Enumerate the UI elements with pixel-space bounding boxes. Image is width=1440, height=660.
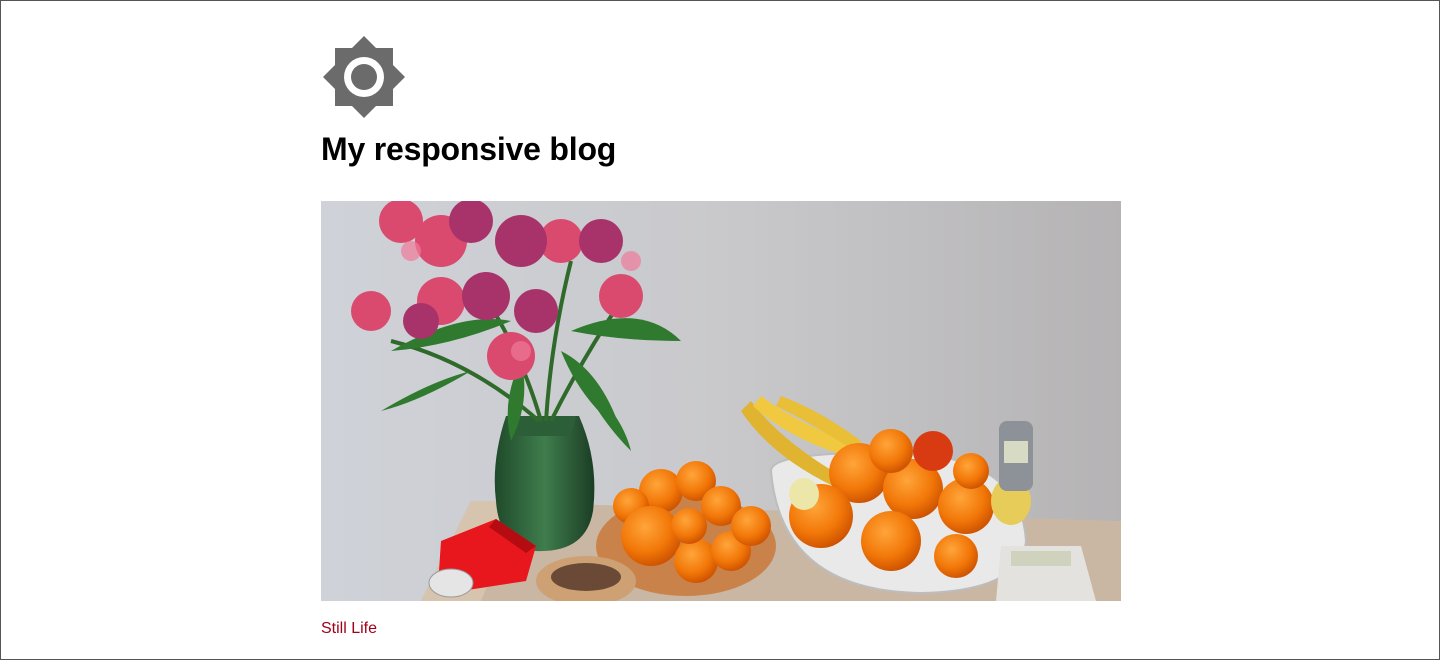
still-life-photo (321, 201, 1121, 601)
still-life-link[interactable]: Still Life (321, 620, 377, 638)
blog-title: My responsive blog (321, 131, 617, 167)
sun-brightness-icon (323, 36, 405, 118)
